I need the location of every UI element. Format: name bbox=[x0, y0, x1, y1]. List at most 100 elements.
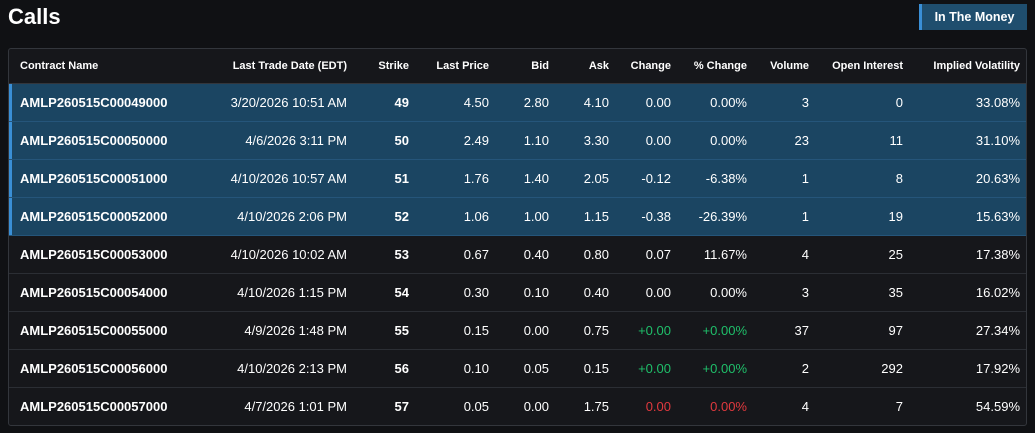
cell-percent-change: 0.00% bbox=[710, 398, 747, 414]
cell-percent-change: 0.00% bbox=[679, 121, 755, 160]
cell-strike-link[interactable]: 54 bbox=[355, 273, 417, 312]
cell-implied-volatility: 31.10% bbox=[911, 121, 1026, 160]
cell-last-price: 2.49 bbox=[417, 121, 497, 160]
cell-bid: 0.00 bbox=[523, 398, 549, 414]
cell-contract-link[interactable]: AMLP260515C00049000 bbox=[9, 83, 199, 122]
cell-last-trade-date: 3/20/2026 10:51 AM bbox=[199, 83, 355, 122]
cell-change: +0.00 bbox=[617, 311, 679, 350]
table-row[interactable]: AMLP260515C00049000 3/20/2026 10:51 AM 49 4… bbox=[9, 83, 1026, 122]
cell-contract-link[interactable]: AMLP260515C00054000 bbox=[9, 273, 199, 312]
col-header-contract-name[interactable]: Contract Name bbox=[9, 49, 199, 84]
cell-percent-change: +0.00% bbox=[679, 349, 755, 388]
cell-last-trade-date: 4/10/2026 10:57 AM bbox=[199, 159, 355, 198]
cell-bid: 1.00 bbox=[497, 197, 557, 236]
col-header-implied-volatility[interactable]: Implied Volatility bbox=[911, 49, 1026, 84]
cell-bid: 1.10 bbox=[497, 121, 557, 160]
cell-change: 0.00 bbox=[645, 398, 671, 414]
col-header-open-interest[interactable]: Open Interest bbox=[817, 49, 911, 84]
cell-ask: 0.15 bbox=[557, 349, 617, 388]
cell-ask: 4.10 bbox=[557, 83, 617, 122]
cell-last-price: 0.67 bbox=[417, 235, 497, 274]
col-header-change[interactable]: Change bbox=[617, 49, 679, 84]
cell-ask: 3.30 bbox=[557, 121, 617, 160]
cell-implied-volatility: 33.08% bbox=[911, 83, 1026, 122]
cell-strike-link[interactable]: 57 bbox=[355, 387, 417, 425]
table-row[interactable]: AMLP260515C00054000 4/10/2026 1:15 PM 54 0.… bbox=[9, 273, 1026, 312]
cell-last-price: 4.50 bbox=[417, 83, 497, 122]
cell-strike-link[interactable]: 51 bbox=[355, 159, 417, 198]
table-row[interactable]: AMLP260515C00055000 4/9/2026 1:48 PM 55 0.1… bbox=[9, 311, 1026, 350]
cell-strike-link[interactable]: 55 bbox=[355, 311, 417, 350]
cell-percent-change: 0.00% bbox=[679, 83, 755, 122]
cell-ask: 0.80 bbox=[557, 235, 617, 274]
col-header-bid[interactable]: Bid bbox=[497, 49, 557, 84]
cell-implied-volatility: 17.38% bbox=[911, 235, 1026, 274]
cell-bid: 2.80 bbox=[497, 83, 557, 122]
cell-implied-volatility: 20.63% bbox=[911, 159, 1026, 198]
cell-contract-link[interactable]: AMLP260515C00050000 bbox=[9, 121, 199, 160]
calls-header: Calls In The Money bbox=[8, 0, 1027, 38]
cell-implied-volatility: 54.59% bbox=[975, 398, 1020, 414]
cell-change: 0.00 bbox=[617, 83, 679, 122]
cell-percent-change: 11.67% bbox=[679, 235, 755, 274]
cell-bid: 1.40 bbox=[497, 159, 557, 198]
col-header-strike[interactable]: Strike bbox=[355, 49, 417, 84]
cell-implied-volatility: 17.92% bbox=[911, 349, 1026, 388]
cell-last-trade-date: 4/6/2026 3:11 PM bbox=[199, 121, 355, 160]
cell-change: -0.38 bbox=[617, 197, 679, 236]
cell-last-price: 0.10 bbox=[417, 349, 497, 388]
col-header-ask[interactable]: Ask bbox=[557, 49, 617, 84]
cell-ask: 1.75 bbox=[583, 398, 609, 414]
cell-last-price: 0.30 bbox=[417, 273, 497, 312]
cell-open-interest: 8 bbox=[817, 159, 911, 198]
table-row[interactable]: AMLP260515C00052000 4/10/2026 2:06 PM 52 1.… bbox=[9, 197, 1026, 236]
cell-volume: 4 bbox=[755, 235, 817, 274]
cell-contract-link[interactable]: AMLP260515C00052000 bbox=[9, 197, 199, 236]
cell-strike-link[interactable]: 56 bbox=[355, 349, 417, 388]
cell-volume: 37 bbox=[755, 311, 817, 350]
calls-table-body: AMLP260515C00049000 3/20/2026 10:51 AM 49 4… bbox=[9, 83, 1026, 425]
cell-strike-link[interactable]: 53 bbox=[355, 235, 417, 274]
cell-implied-volatility: 15.63% bbox=[911, 197, 1026, 236]
cell-contract-link[interactable]: AMLP260515C00051000 bbox=[9, 159, 199, 198]
cell-volume: 3 bbox=[755, 273, 817, 312]
cell-strike-link[interactable]: 52 bbox=[355, 197, 417, 236]
calls-table: Contract Name Last Trade Date (EDT) Stri… bbox=[9, 49, 1026, 425]
cell-contract-link[interactable]: AMLP260515C00053000 bbox=[9, 235, 199, 274]
table-row[interactable]: AMLP260515C00056000 4/10/2026 2:13 PM 56 0.… bbox=[9, 349, 1026, 388]
in-the-money-button[interactable]: In The Money bbox=[919, 4, 1027, 30]
cell-last-trade-date: 4/10/2026 1:15 PM bbox=[199, 273, 355, 312]
cell-implied-volatility: 27.34% bbox=[911, 311, 1026, 350]
cell-ask: 0.75 bbox=[557, 311, 617, 350]
cell-change: 0.00 bbox=[617, 273, 679, 312]
cell-bid: 0.10 bbox=[497, 273, 557, 312]
col-header-last-price[interactable]: Last Price bbox=[417, 49, 497, 84]
cell-last-trade-date: 4/9/2026 1:48 PM bbox=[199, 311, 355, 350]
cell-change: 0.00 bbox=[617, 121, 679, 160]
cell-strike-link[interactable]: 49 bbox=[355, 83, 417, 122]
cell-volume: 2 bbox=[755, 349, 817, 388]
cell-strike-link[interactable]: 50 bbox=[355, 121, 417, 160]
cell-last-trade-date: 4/10/2026 2:06 PM bbox=[199, 197, 355, 236]
table-row[interactable]: AMLP260515C00051000 4/10/2026 10:57 AM 51 1… bbox=[9, 159, 1026, 198]
cell-open-interest: 25 bbox=[817, 235, 911, 274]
page-title: Calls bbox=[8, 4, 61, 29]
cell-volume: 3 bbox=[755, 83, 817, 122]
table-row[interactable]: AMLP260515C00050000 4/6/2026 3:11 PM 50 2.4… bbox=[9, 121, 1026, 160]
cell-contract-link[interactable]: AMLP260515C00057000 bbox=[9, 387, 199, 425]
cell-percent-change: -26.39% bbox=[679, 197, 755, 236]
cell-open-interest: 35 bbox=[817, 273, 911, 312]
table-row[interactable]: AMLP260515C00053000 4/10/2026 10:02 AM 53 0… bbox=[9, 235, 1026, 274]
cell-ask: 0.40 bbox=[557, 273, 617, 312]
cell-last-trade-date: 4/7/2026 1:01 PM bbox=[244, 398, 347, 414]
cell-contract-link[interactable]: AMLP260515C00056000 bbox=[9, 349, 199, 388]
table-row[interactable]: AMLP260515C00057000 4/7/2026 1:01 PM 57 0.0… bbox=[9, 387, 1026, 425]
cell-change: -0.12 bbox=[617, 159, 679, 198]
cell-open-interest: 97 bbox=[817, 311, 911, 350]
col-header-last-trade-date[interactable]: Last Trade Date (EDT) bbox=[199, 49, 355, 84]
cell-last-trade-date: 4/10/2026 2:13 PM bbox=[199, 349, 355, 388]
cell-contract-link[interactable]: AMLP260515C00055000 bbox=[9, 311, 199, 350]
cell-ask: 1.15 bbox=[557, 197, 617, 236]
col-header-percent-change[interactable]: % Change bbox=[679, 49, 755, 84]
col-header-volume[interactable]: Volume bbox=[755, 49, 817, 84]
